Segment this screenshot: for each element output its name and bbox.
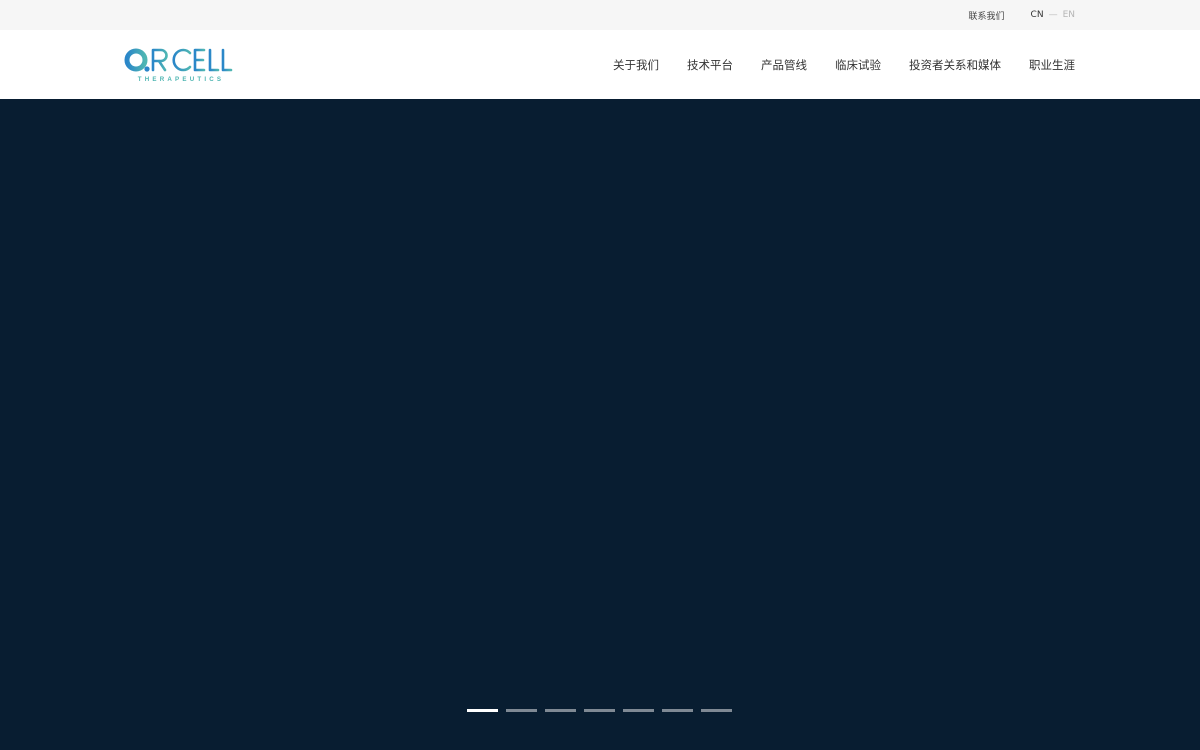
- carousel-dot-3[interactable]: [545, 709, 576, 712]
- carousel-dot-2[interactable]: [506, 709, 537, 712]
- top-utility-bar: 联系我们 CN — EN: [0, 0, 1200, 30]
- carousel-dot-4[interactable]: [584, 709, 615, 712]
- nav-item-clinical-trials[interactable]: 临床试验: [835, 57, 881, 73]
- language-separator: —: [1048, 10, 1058, 20]
- language-en-option[interactable]: EN: [1063, 10, 1075, 20]
- nav-item-investors-media[interactable]: 投资者关系和媒体: [909, 57, 1001, 73]
- nav-item-technology[interactable]: 技术平台: [687, 57, 733, 73]
- main-header: THERAPEUTICS 关于我们 技术平台 产品管线 临床试验 投资者关系和媒…: [0, 30, 1200, 99]
- hero-carousel: [0, 99, 1200, 750]
- nav-item-careers[interactable]: 职业生涯: [1029, 57, 1075, 73]
- nav-item-about[interactable]: 关于我们: [613, 57, 659, 73]
- carousel-dot-6[interactable]: [662, 709, 693, 712]
- oricell-logo[interactable]: THERAPEUTICS: [124, 46, 236, 84]
- carousel-dot-1[interactable]: [467, 709, 498, 712]
- main-navigation: 关于我们 技术平台 产品管线 临床试验 投资者关系和媒体 职业生涯: [585, 30, 1075, 99]
- carousel-dot-7[interactable]: [701, 709, 732, 712]
- language-cn-option[interactable]: CN: [1031, 10, 1044, 20]
- utility-links: 联系我们 CN — EN: [969, 0, 1075, 30]
- oricell-logo-mark: THERAPEUTICS: [124, 48, 233, 83]
- contact-us-link[interactable]: 联系我们: [969, 9, 1005, 22]
- svg-text:THERAPEUTICS: THERAPEUTICS: [138, 76, 225, 83]
- carousel-pagination: [467, 709, 740, 712]
- nav-item-pipeline[interactable]: 产品管线: [761, 57, 807, 73]
- carousel-dot-5[interactable]: [623, 709, 654, 712]
